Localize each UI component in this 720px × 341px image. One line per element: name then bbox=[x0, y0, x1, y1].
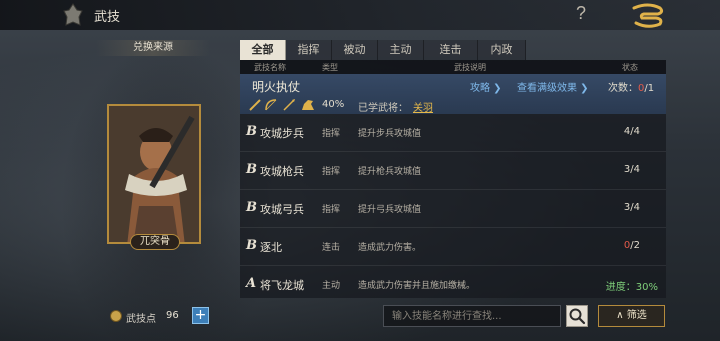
helmet-emblem-icon bbox=[63, 3, 83, 26]
weapon-type-icons bbox=[249, 99, 314, 111]
skill-desc: 造成武力伤害。 bbox=[358, 243, 422, 253]
skill-desc: 提升弓兵攻城值 bbox=[358, 205, 422, 215]
general-portrait-art bbox=[109, 106, 199, 242]
table-row[interactable]: A 将飞龙城 主动 造成武力伤害并且施加缴械。 进度：30% bbox=[240, 266, 666, 304]
skill-desc: 造成武力伤害并且施加缴械。 bbox=[358, 281, 476, 291]
tab-command[interactable]: 指挥 bbox=[286, 40, 332, 60]
table-row[interactable]: B 逐北 连击 造成武力伤害。 0/2 bbox=[240, 228, 666, 266]
skill-progress: 进度：30% bbox=[605, 282, 658, 293]
skill-name: 攻城枪兵 bbox=[260, 165, 304, 178]
header-name: 武技名称 bbox=[254, 63, 286, 72]
table-row[interactable]: B 攻城枪兵 指挥 提升枪兵攻城值 3/4 bbox=[240, 152, 666, 190]
skill-status: 3/4 bbox=[623, 164, 640, 175]
learned-general-link[interactable]: 关羽 bbox=[413, 99, 433, 114]
table-row[interactable]: B 攻城步兵 指挥 提升步兵攻城值 4/4 bbox=[240, 114, 666, 152]
tab-internal-affairs[interactable]: 内政 bbox=[478, 40, 526, 60]
exchange-source-button[interactable]: 兑换来源 bbox=[96, 40, 210, 56]
max-effect-link[interactable]: 查看满级效果 ❯ bbox=[517, 79, 589, 94]
skill-desc: 提升枪兵攻城值 bbox=[358, 167, 422, 177]
skill-type: 指挥 bbox=[322, 129, 341, 139]
search-icon bbox=[569, 308, 586, 325]
count-label: 次数： bbox=[608, 83, 638, 94]
header-type: 类型 bbox=[322, 63, 338, 72]
skill-status: 3/4 bbox=[623, 202, 640, 213]
sword-icon bbox=[249, 99, 261, 111]
general-nameplate: 兀突骨 bbox=[130, 234, 180, 250]
search-button[interactable] bbox=[566, 305, 588, 327]
skill-status: 0/2 bbox=[624, 240, 640, 251]
table-row[interactable]: B 攻城弓兵 指挥 提升弓兵攻城值 3/4 bbox=[240, 190, 666, 228]
category-tabs: 全部 指挥 被动 主动 连击 内政 bbox=[240, 40, 666, 60]
status-total: /2 bbox=[630, 240, 640, 251]
header-desc: 武技说明 bbox=[454, 63, 486, 72]
skill-table: 武技名称 类型 武技说明 状态 明火执仗 攻略 ❯ 查看满级效果 ❯ 次数：0/… bbox=[240, 60, 666, 298]
general-portrait[interactable] bbox=[107, 104, 201, 244]
bow-icon bbox=[265, 99, 277, 111]
skill-type: 指挥 bbox=[322, 205, 341, 215]
skill-type: 连击 bbox=[322, 243, 341, 253]
tab-combo[interactable]: 连击 bbox=[424, 40, 478, 60]
skill-points-value: 96 bbox=[166, 310, 179, 321]
add-skill-points-button[interactable]: + bbox=[192, 307, 209, 324]
skill-status: 4/4 bbox=[623, 126, 640, 137]
skill-points-icon bbox=[110, 310, 122, 322]
selected-skill-row[interactable]: 明火执仗 攻略 ❯ 查看满级效果 ❯ 次数：0/1 40% 已学武将： 关羽 bbox=[240, 74, 666, 114]
header-status: 状态 bbox=[622, 63, 638, 72]
skill-name: 将飞龙城 bbox=[260, 279, 304, 292]
skill-grade: B bbox=[246, 200, 257, 215]
skill-type: 指挥 bbox=[322, 167, 341, 177]
skill-name: 攻城弓兵 bbox=[260, 203, 304, 216]
skill-name: 攻城步兵 bbox=[260, 127, 304, 140]
selected-skill-name: 明火执仗 bbox=[252, 80, 301, 94]
tab-passive[interactable]: 被动 bbox=[332, 40, 378, 60]
skill-name: 逐北 bbox=[260, 241, 282, 254]
back-icon[interactable] bbox=[630, 2, 666, 28]
tab-active[interactable]: 主动 bbox=[378, 40, 424, 60]
skill-grade: B bbox=[246, 124, 257, 139]
count-total: /1 bbox=[644, 83, 655, 94]
selected-skill-count: 次数：0/1 bbox=[608, 79, 654, 94]
table-header: 武技名称 类型 武技说明 状态 bbox=[240, 60, 666, 74]
learned-label: 已学武将： bbox=[358, 103, 408, 114]
skill-search-input[interactable] bbox=[383, 305, 561, 327]
skill-desc: 提升步兵攻城值 bbox=[358, 129, 422, 139]
horse-icon bbox=[302, 100, 314, 110]
selected-skill-percent: 40% bbox=[322, 99, 345, 110]
strategy-link[interactable]: 攻略 ❯ bbox=[470, 79, 502, 94]
skill-grade: A bbox=[246, 276, 257, 291]
skill-points-label: 武技点 bbox=[126, 314, 156, 325]
filter-button[interactable]: ∧ 筛选 bbox=[598, 305, 665, 327]
spear-icon bbox=[283, 99, 295, 111]
skill-grade: B bbox=[246, 238, 257, 253]
skill-type: 主动 bbox=[322, 281, 341, 291]
skill-grade: B bbox=[246, 162, 257, 177]
tab-all[interactable]: 全部 bbox=[240, 40, 286, 60]
help-icon[interactable]: ? bbox=[576, 3, 586, 24]
top-bar: 武技 ? bbox=[0, 0, 720, 30]
page-title: 武技 bbox=[94, 10, 121, 25]
